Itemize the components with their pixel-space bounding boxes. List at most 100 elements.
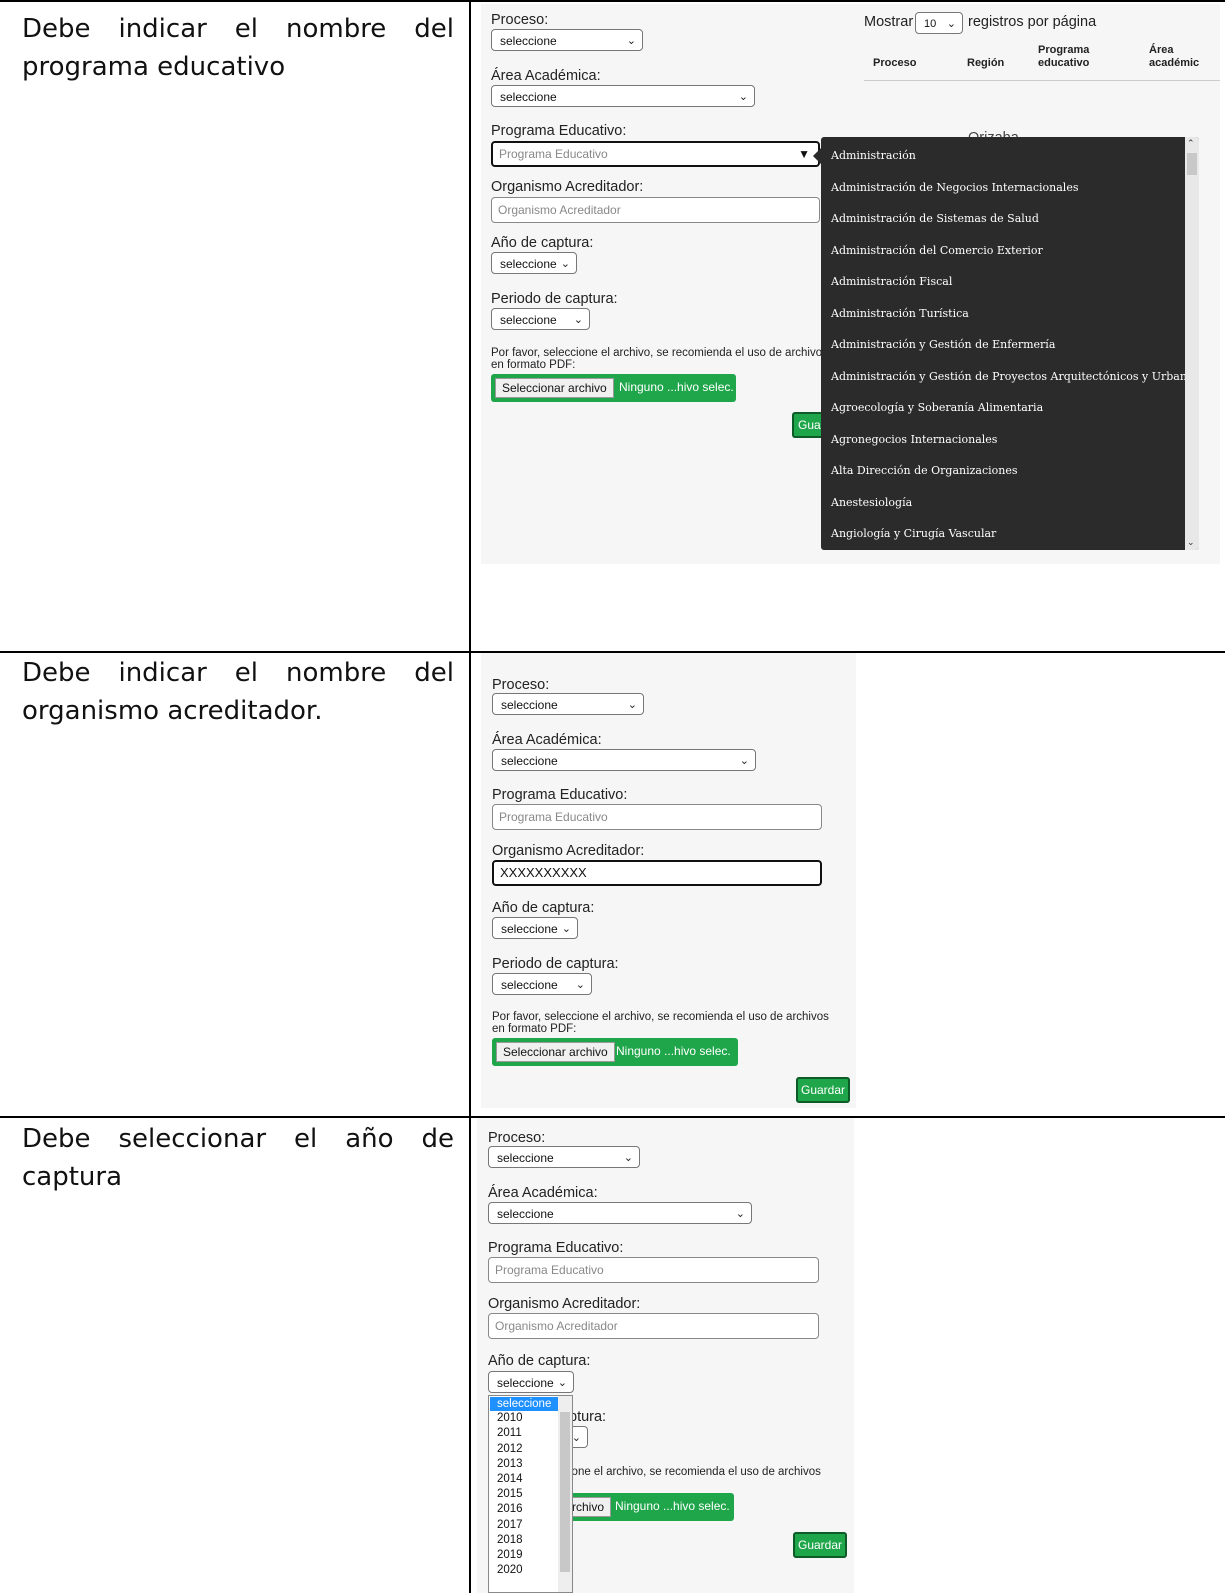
proceso-label: Proceso: bbox=[492, 677, 550, 693]
file-picker-partial: rchivo Ninguno ...hivo selec. bbox=[557, 1493, 734, 1521]
area-select[interactable]: seleccione ⌄ bbox=[491, 85, 755, 107]
save-button[interactable]: Guardar bbox=[793, 1532, 847, 1558]
organismo-input[interactable]: Organismo Acreditador bbox=[488, 1313, 819, 1339]
col-header-area[interactable]: Área académic bbox=[1149, 44, 1209, 70]
chevron-down-icon: ⌄ bbox=[573, 314, 583, 326]
periodo-label: Periodo de captura: bbox=[491, 291, 618, 307]
organismo-input[interactable]: XXXXXXXXXX bbox=[492, 860, 822, 886]
year-option[interactable]: 2017 bbox=[497, 1519, 523, 1531]
chevron-down-icon: ⌄ bbox=[571, 1432, 581, 1444]
col-header-proceso[interactable]: Proceso bbox=[873, 57, 916, 70]
chevron-down-icon: ⌄ bbox=[560, 258, 570, 270]
file-note-partial: ione el archivo, se recomienda el uso de… bbox=[569, 1466, 821, 1478]
year-option[interactable]: 2013 bbox=[497, 1458, 523, 1470]
proceso-label: Proceso: bbox=[488, 1130, 546, 1146]
file-picker: Seleccionar archivo Ninguno ...hivo sele… bbox=[491, 374, 736, 402]
select-file-button[interactable]: Seleccionar archivo bbox=[496, 1042, 615, 1062]
row2-description: Debe indicar el nombre del organismo acr… bbox=[22, 654, 454, 730]
chevron-down-icon: ⌄ bbox=[557, 1377, 567, 1389]
chevron-down-icon: ⌄ bbox=[561, 923, 571, 935]
scroll-thumb[interactable] bbox=[1187, 153, 1197, 175]
programa-option[interactable]: Agronegocios Internacionales bbox=[831, 433, 997, 446]
chevron-down-icon: ⌄ bbox=[627, 699, 637, 711]
programa-input[interactable]: Programa Educativo ▼ bbox=[491, 141, 820, 167]
programa-option[interactable]: Administración bbox=[831, 149, 916, 162]
row3-form-panel: Proceso: seleccione ⌄ Área Académica: sel… bbox=[477, 1118, 854, 1593]
select-file-button[interactable]: Seleccionar archivo bbox=[495, 378, 614, 398]
file-status: Ninguno ...hivo selec. bbox=[615, 1499, 730, 1513]
scroll-down-icon[interactable]: ⌄ bbox=[1187, 538, 1195, 548]
year-dropdown-list: seleccione 2010 2011 2012 2013 2014 2015 2016 20… bbox=[488, 1395, 573, 1593]
row3-description: Debe seleccionar el año de captura bbox=[22, 1120, 454, 1196]
proceso-select[interactable]: seleccione ⌄ bbox=[492, 693, 644, 715]
anio-label: Año de captura: bbox=[488, 1353, 591, 1369]
programa-option[interactable]: Administración del Comercio Exterior bbox=[831, 244, 1043, 257]
anio-label: Año de captura: bbox=[491, 235, 594, 251]
programa-input[interactable]: Programa Educativo bbox=[492, 804, 822, 830]
dropdown-pointer bbox=[813, 148, 821, 164]
col-header-region[interactable]: Región bbox=[967, 57, 1004, 70]
chevron-down-icon: ⌄ bbox=[626, 35, 636, 47]
organismo-label: Organismo Acreditador: bbox=[491, 179, 644, 195]
row1-desc-line2: programa educativo bbox=[22, 52, 286, 82]
anio-select[interactable]: seleccione ⌄ bbox=[491, 252, 577, 274]
row-border-top bbox=[0, 0, 1225, 2]
scroll-thumb[interactable] bbox=[560, 1412, 570, 1572]
organismo-label: Organismo Acreditador: bbox=[492, 843, 645, 859]
programa-option[interactable]: Anestesiología bbox=[831, 496, 912, 509]
periodo-select[interactable]: seleccione ⌄ bbox=[492, 973, 592, 995]
select-file-button-partial[interactable]: rchivo bbox=[569, 1497, 612, 1517]
year-option[interactable]: 2018 bbox=[497, 1534, 523, 1546]
anio-select[interactable]: seleccione ⌄ bbox=[492, 917, 578, 939]
area-label: Área Académica: bbox=[491, 68, 601, 84]
year-list-scrollbar[interactable] bbox=[558, 1396, 572, 1592]
year-option[interactable]: 2014 bbox=[497, 1473, 523, 1485]
year-option[interactable]: 2015 bbox=[497, 1488, 523, 1500]
year-option[interactable]: 2010 bbox=[497, 1412, 523, 1424]
programa-option[interactable]: Administración Fiscal bbox=[831, 275, 952, 288]
programa-option[interactable]: Angiología y Cirugía Vascular bbox=[831, 527, 996, 540]
organismo-label: Organismo Acreditador: bbox=[488, 1296, 641, 1312]
area-select[interactable]: seleccione ⌄ bbox=[492, 749, 756, 771]
per-page-label: registros por página bbox=[968, 14, 1097, 30]
row2-form-panel: Proceso: seleccione ⌄ Área Académica: sel… bbox=[481, 653, 856, 1108]
row2-desc-line2: organismo acreditador. bbox=[22, 696, 323, 726]
programa-option[interactable]: Administración de Negocios Internacional… bbox=[831, 181, 1078, 194]
proceso-label: Proceso: bbox=[491, 12, 549, 28]
file-note: Por favor, seleccione el archivo, se rec… bbox=[492, 1011, 829, 1035]
dropdown-arrow-icon: ▼ bbox=[798, 147, 810, 161]
programa-option[interactable]: Administración y Gestión de Enfermería bbox=[831, 338, 1055, 351]
chevron-down-icon: ⌄ bbox=[623, 1152, 633, 1164]
year-option[interactable]: 2011 bbox=[497, 1427, 522, 1439]
dropdown-scrollbar[interactable]: ⌃ ⌄ bbox=[1185, 137, 1199, 550]
row3-desc-line1: Debe seleccionar el año de bbox=[22, 1124, 454, 1154]
programa-label: Programa Educativo: bbox=[488, 1240, 624, 1256]
show-label: Mostrar bbox=[864, 14, 914, 30]
periodo-select[interactable]: seleccione ⌄ bbox=[491, 308, 590, 330]
chevron-down-icon: ⌄ bbox=[946, 18, 956, 30]
programa-option[interactable]: Agroecología y Soberanía Alimentaria bbox=[831, 401, 1043, 414]
programa-option[interactable]: Administración y Gestión de Proyectos Ar… bbox=[831, 370, 1199, 383]
organismo-input[interactable]: Organismo Acreditador bbox=[491, 197, 820, 223]
year-option[interactable]: 2016 bbox=[497, 1503, 523, 1515]
scroll-up-icon[interactable]: ⌃ bbox=[1187, 139, 1195, 149]
save-button[interactable]: Guardar bbox=[796, 1077, 850, 1103]
year-option-selected[interactable]: seleccione bbox=[490, 1397, 558, 1411]
year-option[interactable]: 2019 bbox=[497, 1549, 523, 1561]
proceso-select[interactable]: seleccione ⌄ bbox=[491, 29, 643, 51]
col-header-programa[interactable]: Programa educativo bbox=[1038, 44, 1098, 70]
anio-select[interactable]: seleccione ⌄ bbox=[488, 1371, 574, 1393]
programa-input[interactable]: Programa Educativo bbox=[488, 1257, 819, 1283]
programa-option[interactable]: Administración de Sistemas de Salud bbox=[831, 212, 1039, 225]
area-select[interactable]: seleccione ⌄ bbox=[488, 1202, 752, 1224]
save-button[interactable]: Guar bbox=[792, 412, 825, 438]
programa-label: Programa Educativo: bbox=[492, 787, 628, 803]
year-option[interactable]: 2020 bbox=[497, 1564, 523, 1576]
programa-option[interactable]: Administración Turística bbox=[831, 307, 969, 320]
programa-option[interactable]: Alta Dirección de Organizaciones bbox=[831, 464, 1018, 477]
year-option[interactable]: 2012 bbox=[497, 1443, 523, 1455]
page-size-select[interactable]: 10 ⌄ bbox=[915, 12, 963, 34]
file-note: Por favor, seleccione el archivo, se rec… bbox=[491, 347, 828, 371]
proceso-select[interactable]: seleccione ⌄ bbox=[488, 1146, 640, 1168]
chevron-down-icon: ⌄ bbox=[735, 1208, 745, 1220]
